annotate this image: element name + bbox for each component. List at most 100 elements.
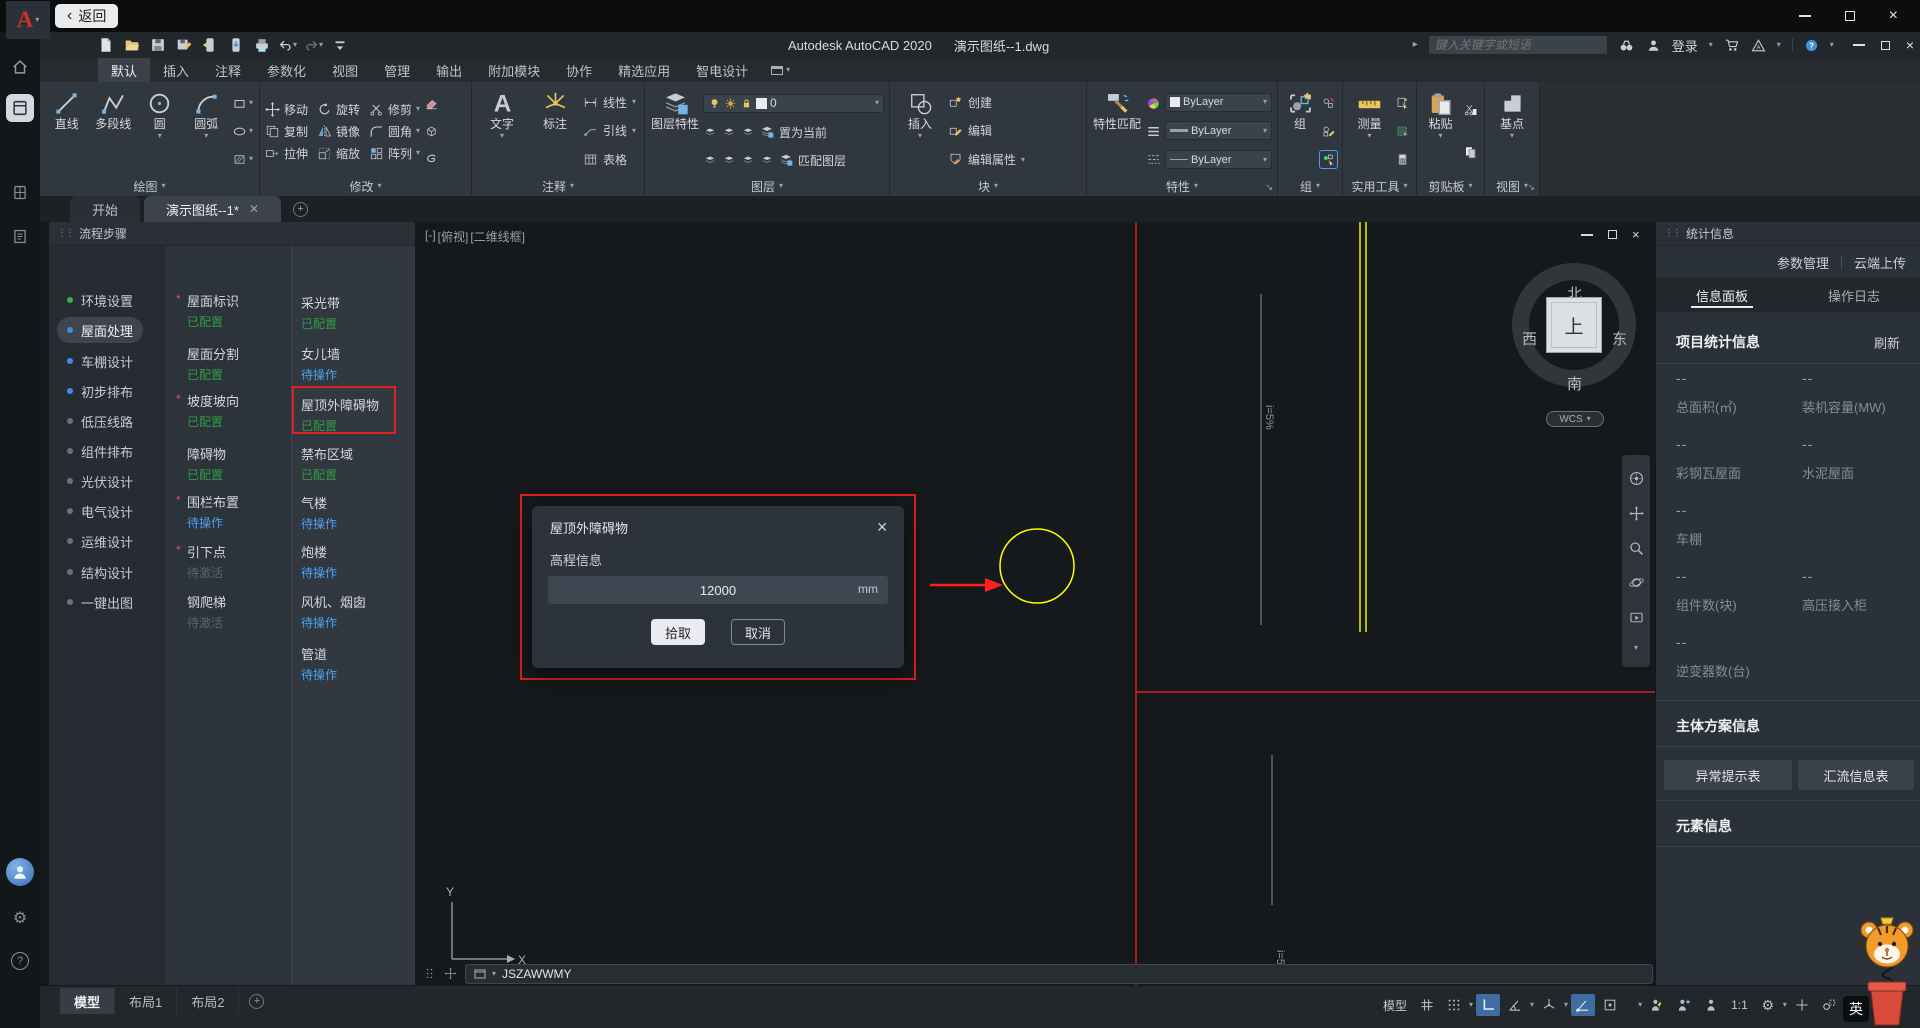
close-icon[interactable]: ✕ — [249, 202, 259, 216]
workflow-task[interactable]: 气楼 待操作 — [301, 493, 337, 532]
osnap-toggle-icon[interactable] — [1598, 994, 1622, 1016]
exception-table-button[interactable]: 异常提示表 — [1664, 760, 1792, 790]
plot-icon[interactable] — [252, 36, 271, 55]
tool-edit-block[interactable]: 编辑 — [948, 122, 1025, 139]
drag-grip-icon[interactable]: ⋮⋮ — [1664, 228, 1680, 239]
workflow-task[interactable]: *屋面标识 已配置 — [187, 291, 239, 330]
panel-title[interactable]: 特性▾↘ — [1087, 176, 1277, 196]
chevron-down-icon[interactable]: ▾ — [1830, 41, 1834, 49]
panel-title[interactable]: 图层▾ — [645, 176, 889, 196]
drawing-yellow-circle[interactable] — [1000, 529, 1074, 603]
grid-toggle-icon[interactable] — [1415, 994, 1439, 1016]
ribbon-tab-item[interactable]: 输出 — [423, 58, 475, 82]
workflow-step-3[interactable]: 车棚设计 — [57, 348, 143, 374]
annot-scale-toggle-icon[interactable] — [1699, 994, 1723, 1016]
search-expand-icon[interactable]: ▸ — [1413, 40, 1418, 50]
help-icon[interactable]: ? — [11, 952, 29, 970]
navbar-menu-icon[interactable]: ▾ — [1634, 644, 1638, 652]
workflow-task[interactable]: *围栏布置 待操作 — [187, 492, 239, 531]
settings-gear-icon[interactable]: ⚙ — [1756, 994, 1780, 1016]
tool-ellipse[interactable]: ▾ — [232, 124, 253, 139]
workflow-step-1[interactable]: 环境设置 — [57, 287, 143, 313]
workflow-task[interactable]: *坡度坡向 已配置 — [187, 391, 239, 430]
tool-cut-clip[interactable] — [1463, 103, 1478, 118]
navigation-wheel-icon[interactable] — [1628, 470, 1645, 487]
tool-create-block[interactable]: 创建 — [948, 94, 1025, 111]
command-line[interactable]: ▾ JSZAWWMY — [465, 964, 1653, 984]
minimize-icon[interactable] — [1853, 44, 1865, 46]
workflow-task[interactable]: 风机、烟囱 待操作 — [301, 592, 366, 631]
ribbon-tab-item[interactable]: 注释 — [202, 58, 254, 82]
show-motion-icon[interactable] — [1628, 609, 1645, 626]
tool-lasso[interactable] — [424, 152, 439, 167]
annot-visibility-toggle-icon[interactable] — [1645, 994, 1669, 1016]
tool-erase[interactable] — [424, 96, 439, 111]
tool-arc[interactable]: 圆弧▾ — [185, 86, 229, 176]
tool-copy-clip[interactable] — [1463, 145, 1478, 160]
document-tab[interactable]: 开始 — [70, 196, 140, 222]
layout-tab-1[interactable]: 模型 — [60, 988, 115, 1014]
ribbon-tab-item[interactable]: 精选应用 — [605, 58, 683, 82]
workflow-step-8[interactable]: 电气设计 — [57, 498, 143, 524]
tool-leader[interactable]: 引线▾ — [583, 122, 636, 139]
tool-measure[interactable]: 测量▾ — [1348, 86, 1391, 176]
panel-title[interactable]: 组▾ — [1278, 176, 1342, 196]
zoom-icon[interactable] — [1628, 540, 1645, 557]
maximize-icon[interactable] — [1845, 11, 1855, 21]
chevron-down-icon[interactable]: ▾ — [1777, 41, 1781, 49]
visual-style-menu[interactable]: [二维线框] — [470, 228, 525, 245]
ribbon-tab-item[interactable]: 视图 — [319, 58, 371, 82]
tool-mirror[interactable]: 镜像 — [317, 123, 360, 140]
tool-lines3[interactable] — [1146, 124, 1161, 139]
sidebar-active-tab[interactable] — [6, 94, 34, 122]
new-layout-button[interactable]: + — [249, 994, 264, 1009]
tool-match-layer[interactable]: 匹配图层 — [703, 152, 884, 169]
combiner-info-button[interactable]: 汇流信息表 — [1798, 760, 1914, 790]
open-mobile-icon[interactable] — [200, 36, 219, 55]
workflow-task[interactable]: 屋顶外障碍物 已配置 — [301, 395, 379, 434]
workflow-task[interactable]: 障碍物 已配置 — [187, 444, 226, 483]
model-space-label[interactable]: 模型 — [1383, 997, 1407, 1014]
settings-gear-icon[interactable]: ⚙ — [13, 908, 27, 928]
workflow-task[interactable]: 钢爬梯 待激活 — [187, 592, 226, 631]
search-box[interactable] — [1429, 36, 1607, 54]
view-cube-top-face[interactable]: 上 — [1546, 297, 1602, 353]
bylayer-dropdown-1[interactable]: ByLayer▾ — [1165, 121, 1272, 140]
close-icon[interactable]: × — [1632, 228, 1640, 241]
tool-select-window[interactable] — [1395, 124, 1410, 139]
restore-icon[interactable] — [1608, 230, 1617, 239]
cloud-upload-link[interactable]: 云端上传 — [1854, 253, 1906, 272]
save-icon[interactable] — [148, 36, 167, 55]
tool-table[interactable]: 表格 — [583, 151, 636, 168]
workflow-step-6[interactable]: 组件排布 — [57, 438, 143, 464]
tool-copy[interactable]: 复制 — [265, 123, 308, 140]
move-icon[interactable] — [444, 967, 457, 980]
chevron-down-icon[interactable]: ▾ — [1530, 1001, 1534, 1009]
isolate-toggle-icon[interactable] — [1817, 994, 1841, 1016]
panel-title[interactable]: 视图▾↘ — [1485, 176, 1539, 196]
panel-title[interactable]: 注释▾ — [472, 176, 644, 196]
open-file-icon[interactable] — [122, 36, 141, 55]
tool-box3d[interactable] — [424, 124, 439, 139]
undo-icon[interactable]: ▾ — [278, 36, 297, 55]
compass-south[interactable]: 南 — [1567, 373, 1582, 394]
workflow-task[interactable]: 采光带 已配置 — [301, 293, 340, 332]
tool-linear[interactable]: 线性▾ — [583, 94, 636, 111]
layout-tab-2[interactable]: 布局1 — [115, 988, 177, 1014]
panel-title[interactable]: 剪贴板▾ — [1417, 176, 1484, 196]
annot-auto-toggle-icon[interactable] — [1672, 994, 1696, 1016]
workflow-step-7[interactable]: 光伏设计 — [57, 468, 143, 494]
close-icon[interactable]: × — [1889, 8, 1898, 24]
search-binoculars-icon[interactable] — [1618, 37, 1635, 54]
polar-toggle-icon[interactable] — [1503, 994, 1527, 1016]
save-as-icon[interactable] — [174, 36, 193, 55]
chevron-down-icon[interactable]: ▾ — [1564, 1001, 1568, 1009]
minimize-icon[interactable] — [1581, 234, 1593, 236]
help-icon[interactable]: ? — [1804, 38, 1819, 53]
workflow-task[interactable]: 管道 待操作 — [301, 644, 337, 683]
close-icon[interactable]: × — [1906, 38, 1914, 52]
bylayer-dropdown-0[interactable]: ByLayer▾ — [1165, 93, 1272, 112]
ribbon-tab-item[interactable]: 智电设计 — [683, 58, 761, 82]
avatar[interactable] — [6, 858, 34, 886]
workflow-step-5[interactable]: 低压线路 — [57, 408, 143, 434]
